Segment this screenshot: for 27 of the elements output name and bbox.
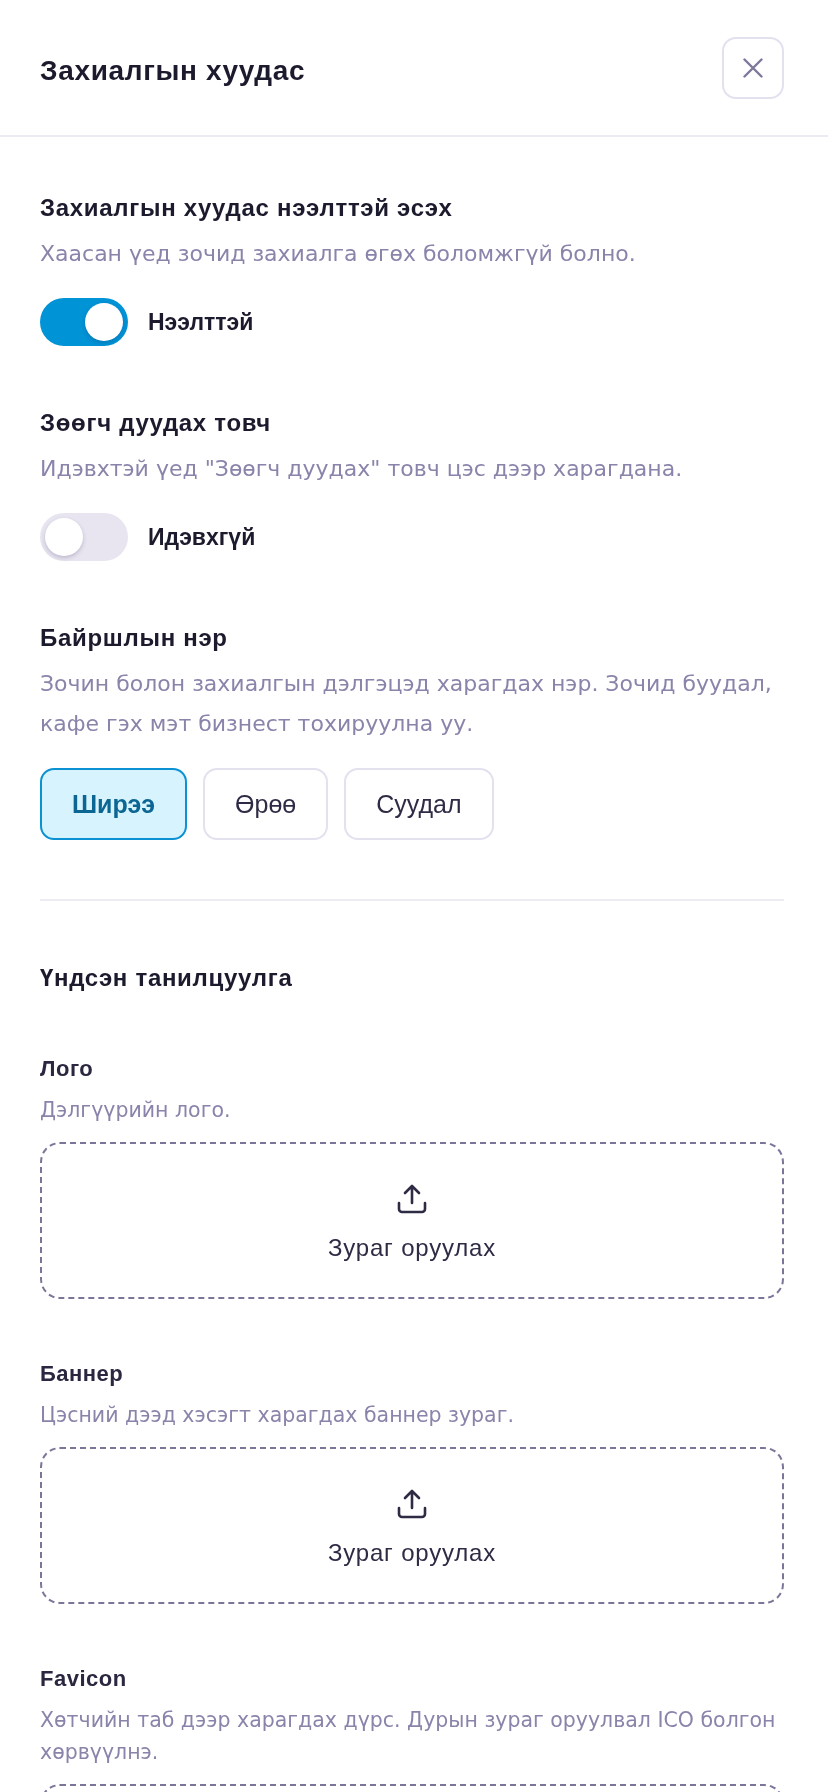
upload-icon bbox=[397, 1489, 427, 1519]
description-text: Дэлгүүрийн лого. bbox=[40, 1097, 232, 1124]
description-text: Хаасан үед зочид захиалга өгөх боломжгүй болно. bbox=[40, 240, 637, 268]
close-icon bbox=[743, 57, 763, 78]
section-title: Зөөгч дуудах товч bbox=[40, 408, 272, 438]
description-text: Зочин болон захиалгын дэлгэцэд харагдах нэр. Зочид буудал, кафе гэх мэт бизнест тохируулна уу. bbox=[40, 670, 773, 738]
upload-dropzone[interactable]: Зураг оруулах bbox=[40, 1447, 784, 1604]
toggle-label: Идэвхгүй bbox=[148, 523, 256, 552]
toggle-switch[interactable] bbox=[40, 298, 128, 346]
description-text: Идэвхтэй үед "Зөөгч дуудах" товч цэс дээр харагдана. bbox=[40, 455, 684, 483]
close-button[interactable] bbox=[722, 36, 784, 99]
option-button[interactable]: Өрөө bbox=[203, 768, 329, 840]
field-label: Favicon bbox=[40, 1665, 128, 1693]
section-title: Байршлын нэр bbox=[40, 623, 229, 653]
option-button[interactable]: Суудал bbox=[344, 768, 494, 840]
upload-icon bbox=[397, 1184, 427, 1214]
section-title: Үндсэн танилцуулга bbox=[40, 963, 294, 993]
upload-dropzone[interactable]: Зураг оруулах bbox=[40, 1142, 784, 1299]
description-text: Хөтчийн таб дээр харагдах дүрс. Дурын зураг оруулвал ICO болгон хөрвүүлнэ. bbox=[40, 1707, 777, 1766]
description-text: Цэсний дээд хэсэгт харагдах баннер зураг. bbox=[40, 1402, 515, 1429]
field-label: Баннер bbox=[40, 1360, 125, 1388]
field-label: Лого bbox=[40, 1055, 95, 1083]
toggle-label: Нээлттэй bbox=[148, 308, 254, 337]
page-title: Захиалгын хуудас bbox=[40, 53, 306, 88]
section-title: Захиалгын хуудас нээлттэй эсэх bbox=[40, 193, 454, 223]
option-button[interactable]: Ширээ bbox=[40, 768, 188, 840]
toggle-switch[interactable] bbox=[40, 513, 128, 561]
